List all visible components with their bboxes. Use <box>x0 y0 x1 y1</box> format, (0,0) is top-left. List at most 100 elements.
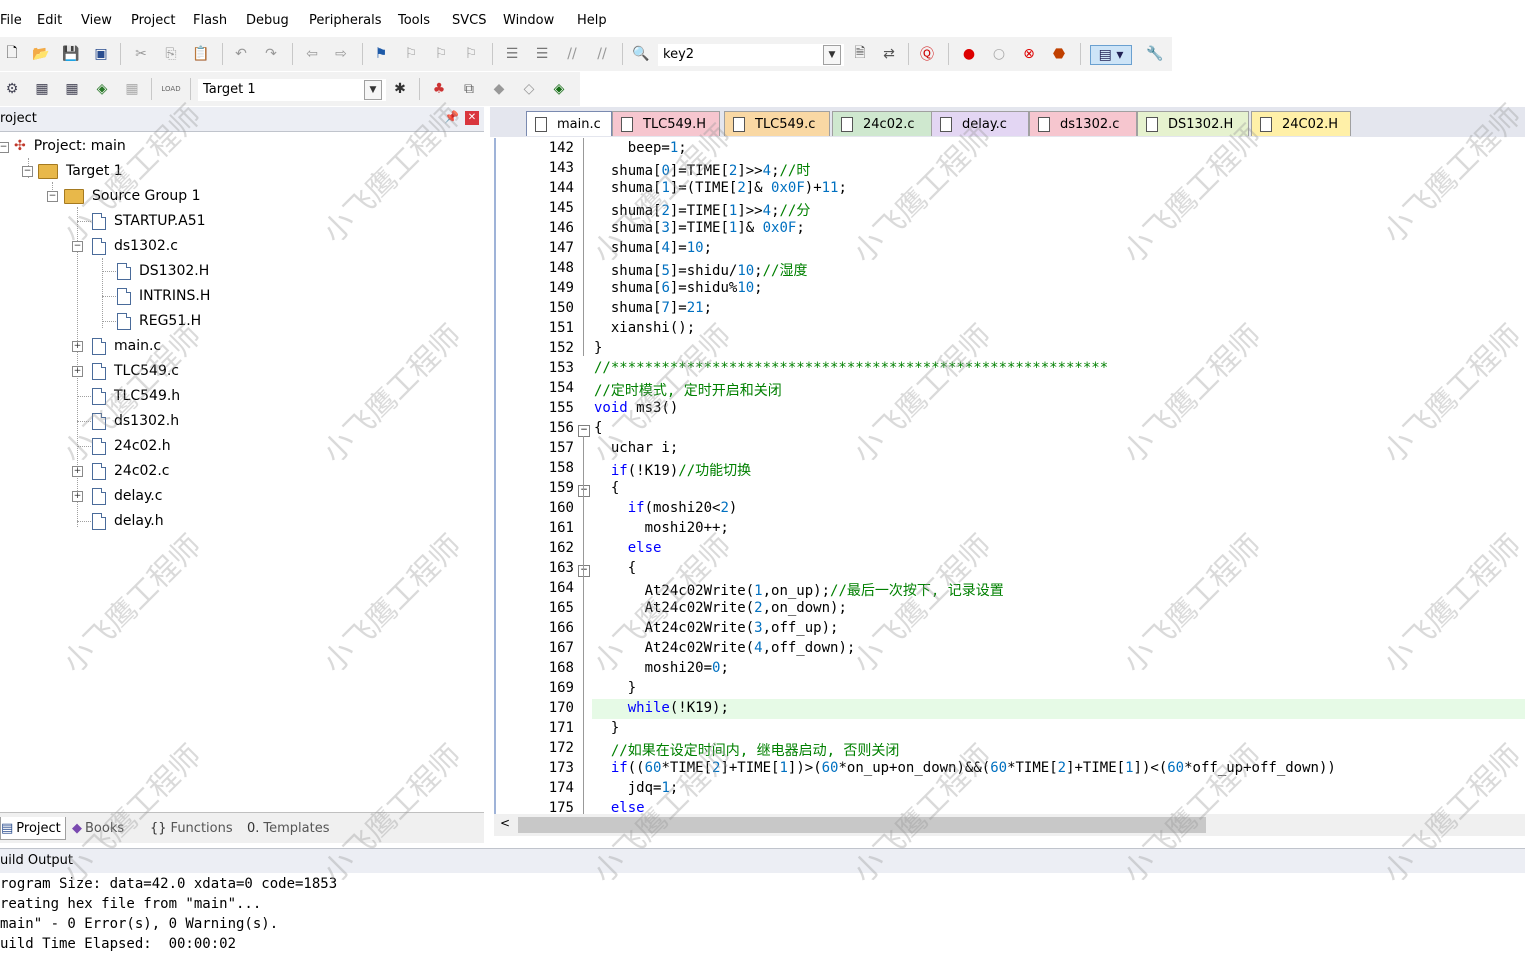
code-line[interactable]: if((60*TIME[2]+TIME[1])>(60*on_up+on_dow… <box>594 760 1336 780</box>
tab-templates[interactable]: 0. Templates <box>247 817 330 839</box>
code-line[interactable]: beep=1; <box>594 140 687 160</box>
rebuild-icon[interactable]: ▦ <box>63 80 81 98</box>
open-folder-icon[interactable]: 📂 <box>32 45 50 63</box>
code-line[interactable]: xianshi(); <box>594 320 695 340</box>
incremental-find-icon[interactable]: 🗎 <box>851 45 869 63</box>
code-line[interactable]: if(moshi20<2) <box>594 500 738 520</box>
copy-icon[interactable]: ⎘ <box>162 45 180 63</box>
uncomment-icon[interactable]: // <box>593 45 611 63</box>
menu-flash[interactable]: Flash <box>193 13 227 28</box>
code-line[interactable]: jdq=1; <box>594 780 679 800</box>
new-file-icon[interactable]: 🗋 <box>3 45 21 63</box>
code-line[interactable]: shuma[4]=10; <box>594 240 712 260</box>
code-editor[interactable]: 142 143 144 145 146 147 148 149 150 151 152 153 154 1… <box>494 138 1525 814</box>
scroll-left-icon[interactable]: < <box>500 816 510 830</box>
collapse-toggle[interactable]: − <box>47 191 58 202</box>
unindent-icon[interactable]: ☰ <box>533 45 551 63</box>
window-layout-icon[interactable]: ▤ ▾ <box>1090 45 1132 65</box>
translate-icon[interactable]: ⚙ <box>3 80 21 98</box>
editor-tab[interactable]: delay.c <box>931 111 1029 136</box>
configure-icon[interactable]: 🔧 <box>1146 45 1164 63</box>
find-replace-icon[interactable]: ⇄ <box>880 45 898 63</box>
tree-file[interactable]: ds1302.h <box>92 410 179 432</box>
menu-view[interactable]: View <box>81 13 112 28</box>
comment-icon[interactable]: // <box>563 45 581 63</box>
tree-file[interactable]: REG51.H <box>117 310 201 332</box>
tree-file[interactable]: 24c02.c <box>92 460 169 482</box>
run-time-env-icon[interactable]: ◇ <box>520 80 538 98</box>
code-line[interactable]: { <box>594 560 636 580</box>
save-icon[interactable]: 💾 <box>62 45 80 63</box>
code-line[interactable]: shuma[3]=TIME[1]& 0x0F; <box>594 220 805 240</box>
tab-project[interactable]: ▤ Project <box>0 817 66 840</box>
tree-file[interactable]: delay.c <box>92 485 162 507</box>
editor-tab[interactable]: main.c <box>526 111 612 136</box>
editor-tab[interactable]: 24C02.H <box>1251 111 1351 136</box>
code-line[interactable]: else <box>594 540 662 560</box>
code-line[interactable]: } <box>594 340 602 360</box>
chevron-down-icon[interactable]: ▼ <box>823 45 841 65</box>
code-line[interactable]: shuma[0]=TIME[2]>>4;//时 <box>594 160 811 180</box>
menu-file[interactable]: File <box>0 13 22 28</box>
horizontal-scrollbar[interactable]: < <box>494 814 1525 836</box>
code-line[interactable]: At24c02Write(3,off_up); <box>594 620 839 640</box>
editor-tab[interactable]: DS1302.H <box>1137 111 1249 136</box>
paste-icon[interactable]: 📋 <box>192 45 210 63</box>
target-options-icon[interactable]: ✱ <box>391 80 409 98</box>
code-line[interactable]: At24c02Write(1,on_up);//最后一次按下, 记录设置 <box>594 580 1004 600</box>
code-line[interactable]: { <box>594 420 602 440</box>
pin-icon[interactable]: 📌 <box>444 110 459 124</box>
stop-build-icon[interactable]: ▦ <box>123 80 141 98</box>
menu-tools[interactable]: Tools <box>398 13 430 28</box>
code-line[interactable]: else <box>594 800 645 814</box>
fold-toggle[interactable]: − <box>578 425 590 437</box>
menu-debug[interactable]: Debug <box>246 13 289 28</box>
redo-icon[interactable]: ↷ <box>262 45 280 63</box>
code-line[interactable]: } <box>594 680 636 700</box>
tree-file[interactable]: INTRINS.H <box>117 285 210 307</box>
tree-target[interactable]: Target 1 <box>38 160 123 182</box>
expand-toggle[interactable]: + <box>72 491 83 502</box>
save-all-icon[interactable]: ▣ <box>92 45 110 63</box>
tree-file[interactable]: main.c <box>92 335 161 357</box>
code-line[interactable]: //**************************************… <box>594 360 1108 380</box>
code-line[interactable]: //定时模式, 定时开启和关闭 <box>594 380 782 400</box>
tree-file[interactable]: delay.h <box>92 510 164 532</box>
code-line[interactable]: shuma[6]=shidu%10; <box>594 280 763 300</box>
editor-tab[interactable]: ds1302.c <box>1029 111 1137 136</box>
menu-project[interactable]: Project <box>131 13 175 28</box>
nav-back-icon[interactable]: ⇦ <box>303 45 321 63</box>
manage-components-icon[interactable]: ⧉ <box>460 80 478 98</box>
debug-session-icon[interactable]: Ⓠ <box>918 45 936 63</box>
breakpoint-icon[interactable]: ● <box>960 45 978 63</box>
find-in-files-icon[interactable]: 🔍 <box>632 45 650 63</box>
close-icon[interactable]: ✕ <box>465 111 479 125</box>
code-line[interactable]: shuma[1]=(TIME[2]& 0x0F)+11; <box>594 180 847 200</box>
tree-file[interactable]: TLC549.c <box>92 360 179 382</box>
code-line[interactable]: shuma[7]=21; <box>594 300 712 320</box>
tree-project[interactable]: ✣ Project: main <box>14 135 126 157</box>
menu-edit[interactable]: Edit <box>37 13 62 28</box>
code-line[interactable]: At24c02Write(4,off_down); <box>594 640 856 660</box>
tree-file[interactable]: ds1302.c <box>92 235 178 257</box>
editor-tab[interactable]: 24c02.c <box>832 111 932 136</box>
code-line[interactable]: At24c02Write(2,on_down); <box>594 600 847 620</box>
code-line[interactable]: //如果在设定时间内, 继电器启动, 否则关闭 <box>594 740 900 760</box>
code-line[interactable]: moshi20=0; <box>594 660 729 680</box>
code-line[interactable]: moshi20++; <box>594 520 729 540</box>
code-line[interactable]: void ms3() <box>594 400 678 420</box>
undo-icon[interactable]: ↶ <box>232 45 250 63</box>
fold-toggle[interactable]: − <box>578 565 590 577</box>
collapse-toggle[interactable]: − <box>0 142 9 153</box>
collapse-toggle[interactable]: − <box>72 241 83 252</box>
bookmark-icon[interactable]: ⚑ <box>372 45 390 63</box>
indent-icon[interactable]: ☰ <box>503 45 521 63</box>
tree-file[interactable]: 24c02.h <box>92 435 171 457</box>
scrollbar-thumb[interactable] <box>518 817 1206 833</box>
expand-toggle[interactable]: + <box>72 466 83 477</box>
expand-toggle[interactable]: + <box>72 366 83 377</box>
download-icon[interactable]: LOAD <box>161 80 180 98</box>
fold-toggle[interactable]: − <box>578 485 590 497</box>
find-combo[interactable]: key2 ▼ <box>658 44 844 66</box>
code-line[interactable]: while(!K19); <box>594 700 729 720</box>
